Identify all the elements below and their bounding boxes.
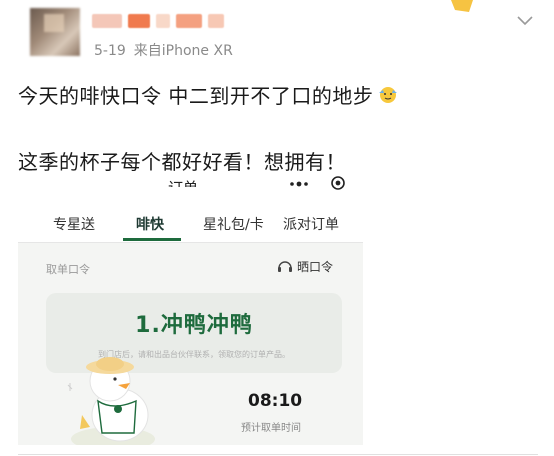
pickup-time-label: 预计取单时间 xyxy=(241,423,301,434)
app-title: 订单 xyxy=(168,175,198,187)
tab-party-order[interactable]: 派对订单 xyxy=(283,214,339,234)
post-source: 来自iPhone XR xyxy=(133,43,233,59)
post-text-line2: 这季的杯子每个都好好看！想拥有！ xyxy=(18,150,346,174)
attached-screenshot[interactable]: 订单 专星送 啡快 星礼包/卡 派对订单 取单口令 晒口令 1.冲鸭冲鸭 到门店… xyxy=(18,175,363,445)
post-date: 5-19 xyxy=(94,43,126,59)
share-code-button[interactable]: 晒口令 xyxy=(276,256,333,276)
username[interactable] xyxy=(92,12,242,30)
avatar[interactable] xyxy=(30,8,80,56)
order-tabs: 专星送 啡快 星礼包/卡 派对订单 xyxy=(18,209,363,243)
pickup-code: 1.冲鸭冲鸭 xyxy=(135,313,253,338)
shrug-emoji-icon xyxy=(379,87,398,103)
duck-illustration-icon xyxy=(67,357,155,445)
tab-gift-card[interactable]: 星礼包/卡 xyxy=(203,214,264,234)
post-meta: 5-19 来自iPhone XR xyxy=(94,40,233,60)
share-code-label: 晒口令 xyxy=(297,259,334,274)
sticker-icon xyxy=(451,0,473,12)
tab-delivery[interactable]: 专星送 xyxy=(53,214,95,234)
pickup-time: 08:10 xyxy=(248,391,303,411)
card-label: 取单口令 xyxy=(46,263,90,276)
chevron-down-icon[interactable] xyxy=(515,10,535,30)
tab-quick[interactable]: 啡快 xyxy=(136,214,164,234)
active-tab-indicator xyxy=(123,238,181,241)
target-icon[interactable] xyxy=(330,175,346,191)
divider xyxy=(18,454,538,455)
headphone-icon xyxy=(278,261,292,272)
post-text-line1: 今天的啡快口令 中二到开不了口的地步 xyxy=(18,80,399,109)
more-icon[interactable] xyxy=(288,179,318,189)
